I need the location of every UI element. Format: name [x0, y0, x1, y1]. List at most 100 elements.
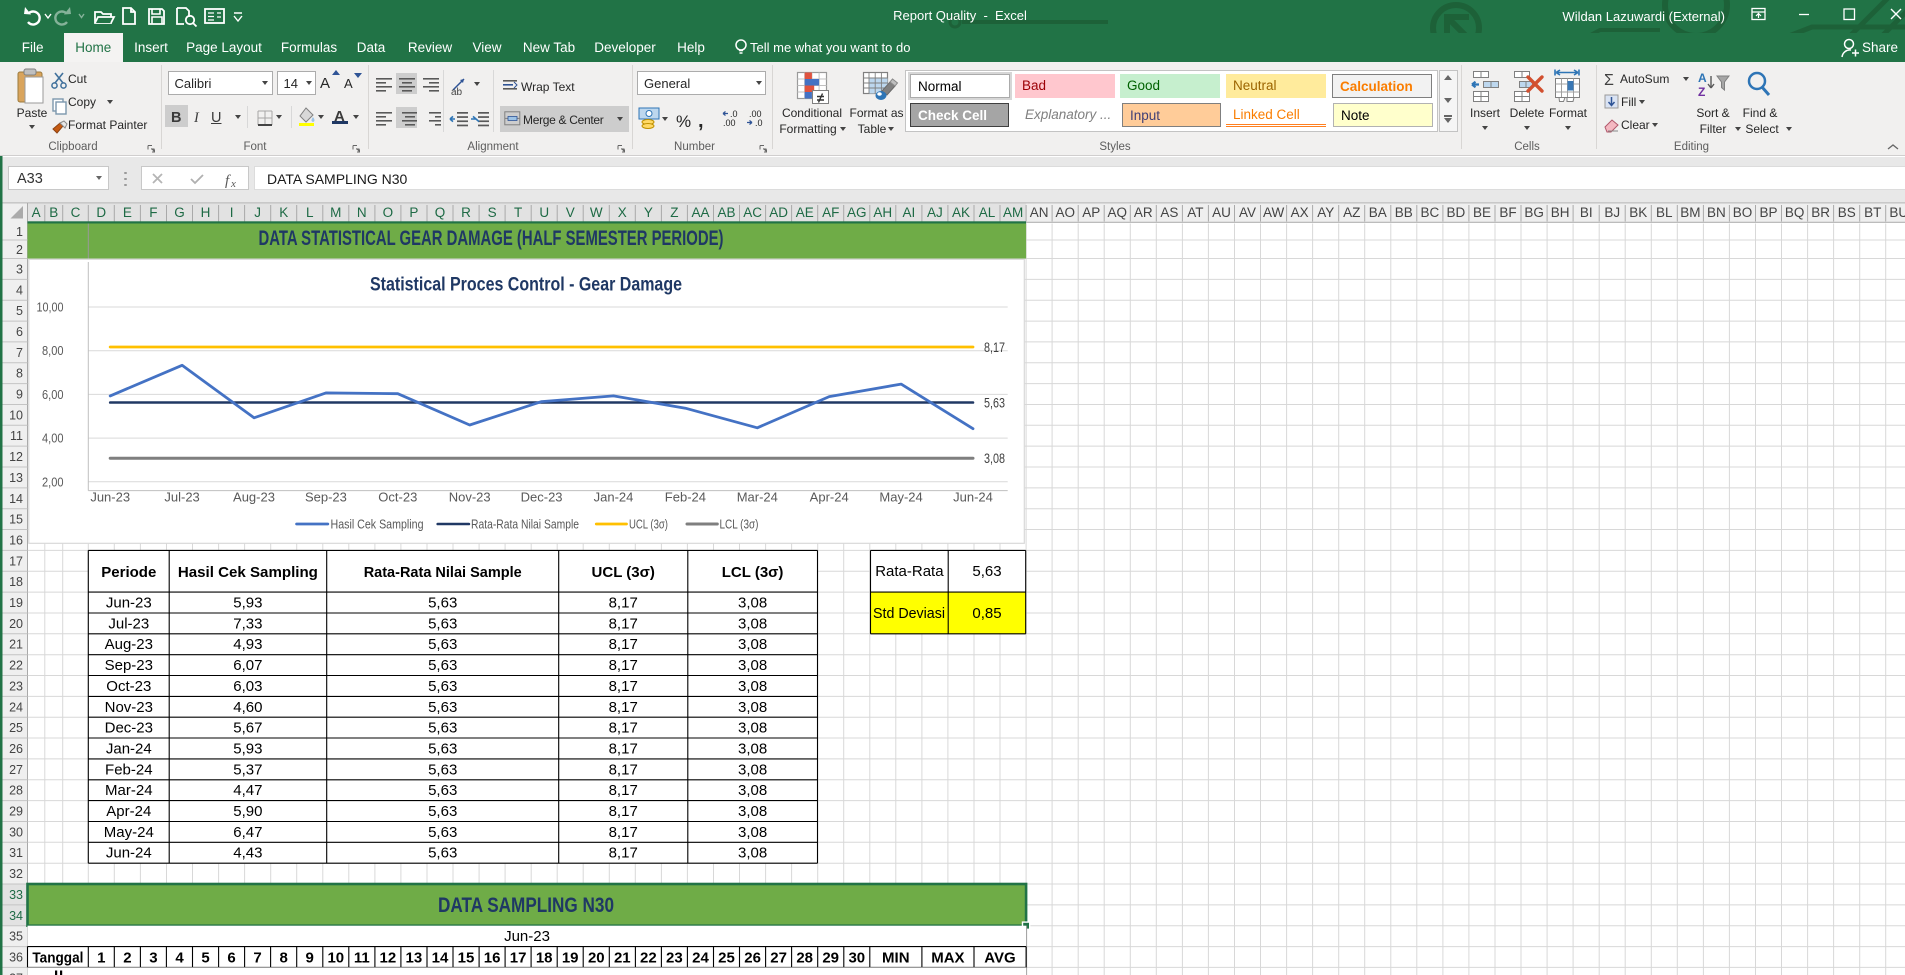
svg-text:Aug-23: Aug-23 [105, 636, 153, 653]
svg-text:8,00: 8,00 [42, 343, 64, 358]
svg-text:R: R [461, 205, 471, 220]
svg-text:2: 2 [123, 950, 131, 967]
svg-text:32: 32 [9, 867, 23, 881]
svg-text:BE: BE [1473, 205, 1491, 220]
svg-text:8: 8 [16, 367, 23, 381]
svg-text:Hasil Cek Sampling: Hasil Cek Sampling [331, 517, 424, 532]
svg-text:May-24: May-24 [104, 824, 154, 841]
svg-text:Dec-23: Dec-23 [105, 720, 153, 737]
svg-text:K: K [279, 205, 288, 220]
svg-text:5,63: 5,63 [428, 595, 457, 612]
svg-text:8,17: 8,17 [609, 845, 638, 862]
svg-text:AM: AM [1003, 205, 1023, 220]
svg-text:AVG: AVG [984, 950, 1015, 967]
svg-text:Aug-23: Aug-23 [233, 490, 275, 505]
svg-text:Jul-23: Jul-23 [108, 615, 149, 632]
svg-text:AE: AE [796, 205, 814, 220]
svg-text:DATA SAMPLING N30: DATA SAMPLING N30 [438, 894, 614, 917]
svg-text:V: V [566, 205, 575, 220]
svg-text:5,37: 5,37 [233, 761, 262, 778]
svg-text:Std Deviasi: Std Deviasi [873, 605, 945, 622]
svg-text:8,17: 8,17 [609, 678, 638, 695]
svg-text:AS: AS [1160, 205, 1178, 220]
svg-text:19: 19 [562, 950, 579, 967]
svg-text:Jan-24: Jan-24 [594, 490, 634, 505]
svg-text:5,63: 5,63 [428, 678, 457, 695]
svg-text:8,17: 8,17 [609, 636, 638, 653]
svg-text:BL: BL [1656, 205, 1673, 220]
svg-text:AO: AO [1055, 205, 1075, 220]
svg-text:35: 35 [9, 930, 23, 944]
svg-text:9: 9 [16, 388, 23, 402]
svg-text:AH: AH [873, 205, 892, 220]
svg-text:5,93: 5,93 [233, 741, 262, 758]
svg-text:AY: AY [1317, 205, 1334, 220]
svg-text:3: 3 [16, 262, 23, 276]
svg-text:17: 17 [510, 950, 527, 967]
svg-text:W: W [590, 205, 603, 220]
svg-text:3,08: 3,08 [738, 636, 767, 653]
svg-text:6: 6 [16, 325, 23, 339]
svg-text:5,63: 5,63 [428, 803, 457, 820]
svg-text:BS: BS [1838, 205, 1856, 220]
svg-text:26: 26 [9, 742, 23, 756]
svg-text:H: H [201, 205, 211, 220]
svg-text:6,03: 6,03 [233, 678, 262, 695]
svg-text:I: I [230, 205, 234, 220]
svg-text:BU: BU [1889, 205, 1905, 220]
svg-text:8,17: 8,17 [609, 595, 638, 612]
svg-text:S: S [488, 205, 497, 220]
svg-text:MIN: MIN [882, 950, 910, 967]
svg-text:8,17: 8,17 [609, 699, 638, 716]
svg-text:C: C [71, 205, 81, 220]
svg-text:Mar-24: Mar-24 [105, 782, 153, 799]
svg-text:5,63: 5,63 [428, 657, 457, 674]
svg-text:5,90: 5,90 [233, 803, 262, 820]
svg-text:BQ: BQ [1785, 205, 1805, 220]
svg-text:20: 20 [588, 950, 605, 967]
svg-text:1: 1 [16, 225, 23, 239]
svg-text:18: 18 [9, 575, 23, 589]
svg-text:22: 22 [9, 659, 23, 673]
svg-text:A: A [32, 205, 41, 220]
svg-text:Jan-24: Jan-24 [106, 741, 152, 758]
svg-text:37: 37 [9, 971, 23, 975]
svg-text:6,07: 6,07 [233, 657, 262, 674]
svg-text:15: 15 [9, 513, 23, 527]
svg-text:25: 25 [9, 721, 23, 735]
svg-text:3,08: 3,08 [738, 678, 767, 695]
svg-text:3,08: 3,08 [738, 595, 767, 612]
svg-text:3,08: 3,08 [738, 741, 767, 758]
svg-text:U: U [539, 205, 549, 220]
svg-text:BA: BA [1369, 205, 1387, 220]
svg-text:13: 13 [9, 471, 23, 485]
svg-text:10: 10 [9, 408, 23, 422]
svg-text:BR: BR [1811, 205, 1830, 220]
svg-text:Rata-Rata Nilai Sample: Rata-Rata Nilai Sample [364, 564, 522, 581]
svg-text:Jun-24: Jun-24 [106, 845, 152, 862]
svg-text:16: 16 [484, 950, 501, 967]
svg-text:Hasil Cek Sampling: Hasil Cek Sampling [178, 564, 318, 581]
svg-text:AC: AC [743, 205, 762, 220]
svg-text:5,63: 5,63 [984, 395, 1005, 411]
svg-text:O: O [383, 205, 394, 220]
svg-text:BO: BO [1733, 205, 1753, 220]
svg-text:5,63: 5,63 [428, 741, 457, 758]
svg-text:BP: BP [1759, 205, 1777, 220]
svg-text:4,60: 4,60 [233, 699, 262, 716]
svg-text:D: D [96, 205, 106, 220]
svg-text:AD: AD [769, 205, 788, 220]
svg-text:8,17: 8,17 [609, 824, 638, 841]
svg-text:AU: AU [1212, 205, 1231, 220]
svg-text:Apr-24: Apr-24 [106, 803, 151, 820]
svg-text:24: 24 [692, 950, 709, 967]
svg-text:J: J [254, 205, 261, 220]
svg-text:BB: BB [1395, 205, 1413, 220]
svg-text:BK: BK [1629, 205, 1647, 220]
svg-text:36: 36 [9, 951, 23, 965]
svg-text:8,17: 8,17 [609, 741, 638, 758]
svg-text:AX: AX [1291, 205, 1309, 220]
svg-text:AR: AR [1134, 205, 1153, 220]
svg-text:7: 7 [253, 950, 261, 967]
svg-text:Nov-23: Nov-23 [105, 699, 153, 716]
